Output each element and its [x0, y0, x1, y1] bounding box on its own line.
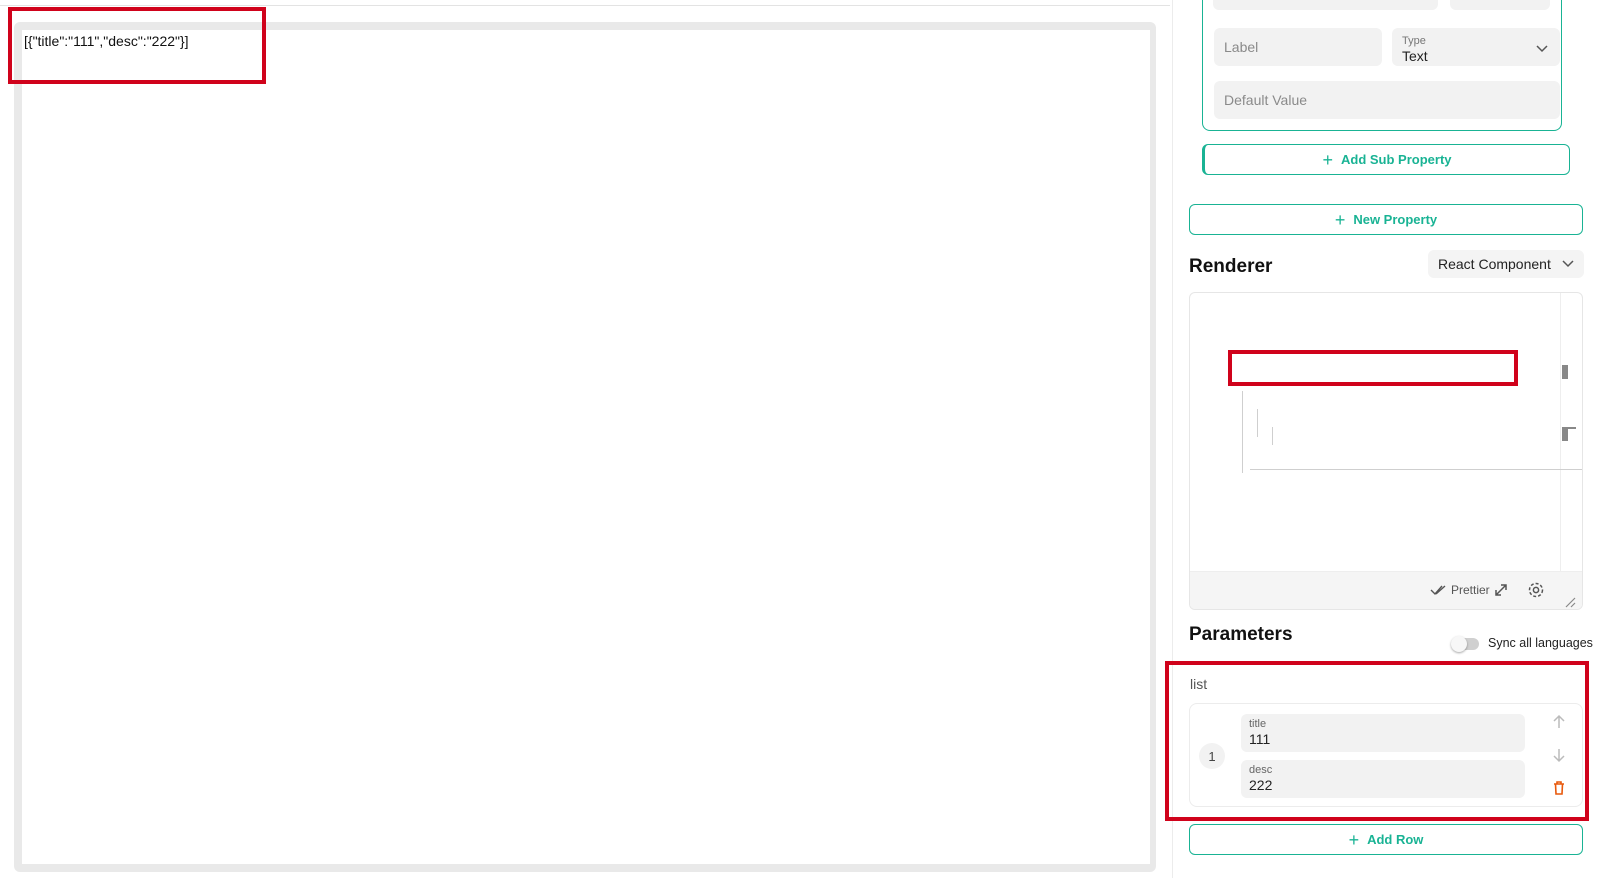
- scrollbar-marker[interactable]: [1562, 365, 1568, 379]
- sync-languages-label: Sync all languages: [1488, 636, 1593, 650]
- code-editor[interactable]: 1 import React from '@blocklet/pages-kit…: [1189, 292, 1583, 610]
- add-row-label: Add Row: [1367, 832, 1424, 847]
- sub-property-field-stub: [1450, 0, 1550, 10]
- settings-icon[interactable]: [1527, 581, 1545, 599]
- title-field-label: title: [1249, 718, 1267, 730]
- scrollbar-marker: [1562, 427, 1576, 429]
- expand-icon[interactable]: [1492, 581, 1510, 599]
- code-line: 4 export default function ({ list }) {: [1190, 357, 1582, 375]
- desc-field-label: desc: [1249, 764, 1273, 776]
- label-placeholder: Label: [1224, 39, 1259, 55]
- parameters-title: Parameters: [1189, 624, 1293, 645]
- title-field-value: 111: [1249, 731, 1271, 747]
- renderer-title: Renderer: [1189, 256, 1273, 277]
- panel-divider: [1172, 0, 1173, 878]
- sub-property-default-value-input[interactable]: Default Value: [1214, 81, 1560, 119]
- code-line: 1 import React from '@blocklet/pages-kit…: [1190, 303, 1582, 321]
- renderer-type-value: React Component: [1438, 256, 1551, 272]
- code-line: 8 </Box>: [1190, 429, 1582, 447]
- arrow-up-icon[interactable]: [1551, 714, 1567, 730]
- row-index-badge: 1: [1199, 743, 1225, 769]
- sub-property-type-select[interactable]: Type Text: [1392, 28, 1560, 66]
- sub-property-label-input[interactable]: Label: [1214, 28, 1382, 66]
- add-sub-property-button[interactable]: + Add Sub Property: [1202, 144, 1570, 175]
- new-property-label: New Property: [1353, 212, 1438, 227]
- title-field[interactable]: title 111: [1241, 714, 1525, 752]
- editor-toolbar: Prettier: [1190, 571, 1582, 609]
- add-row-button[interactable]: + Add Row: [1189, 824, 1583, 855]
- preview-output-text: [{"title":"111","desc":"222"}]: [24, 33, 189, 49]
- code-line: 7 {JSON.stringify(list || {})}: [1190, 411, 1582, 429]
- resize-handle-icon[interactable]: [1564, 596, 1576, 608]
- code-line: 3: [1190, 339, 1582, 357]
- code-line: 5 return (: [1190, 375, 1582, 393]
- chevron-down-icon: [1536, 45, 1548, 53]
- list-param-label: list: [1190, 676, 1208, 692]
- prettier-label: Prettier: [1451, 583, 1490, 597]
- type-field-label: Type: [1402, 35, 1426, 47]
- code-line: 9 ): [1190, 447, 1582, 465]
- code-line: 6 <Box>: [1190, 393, 1582, 411]
- new-property-button[interactable]: + New Property: [1189, 204, 1583, 235]
- trash-icon[interactable]: [1551, 780, 1567, 796]
- prettier-check-icon: [1430, 585, 1446, 596]
- sync-languages-toggle[interactable]: [1451, 636, 1479, 652]
- scrollbar-marker[interactable]: [1562, 427, 1568, 441]
- plus-icon: +: [1348, 829, 1360, 850]
- arrow-down-icon[interactable]: [1551, 747, 1567, 763]
- code-line: 10 }: [1190, 465, 1582, 483]
- top-divider: [0, 5, 1170, 6]
- preview-canvas[interactable]: [22, 30, 1150, 864]
- chevron-down-icon: [1562, 260, 1574, 268]
- desc-field-value: 222: [1249, 777, 1273, 793]
- type-field-value: Text: [1402, 48, 1428, 64]
- plus-icon: +: [1322, 149, 1333, 170]
- plus-icon: +: [1334, 209, 1346, 230]
- add-sub-property-label: Add Sub Property: [1341, 152, 1452, 167]
- code-line: 2 import { Box } from '@blocklet/pages-k…: [1190, 321, 1582, 339]
- prettier-button[interactable]: Prettier: [1430, 583, 1490, 597]
- sub-property-field-stub: [1213, 0, 1438, 10]
- desc-field[interactable]: desc 222: [1241, 760, 1525, 798]
- default-value-placeholder: Default Value: [1224, 92, 1308, 108]
- renderer-type-select[interactable]: React Component: [1428, 250, 1584, 278]
